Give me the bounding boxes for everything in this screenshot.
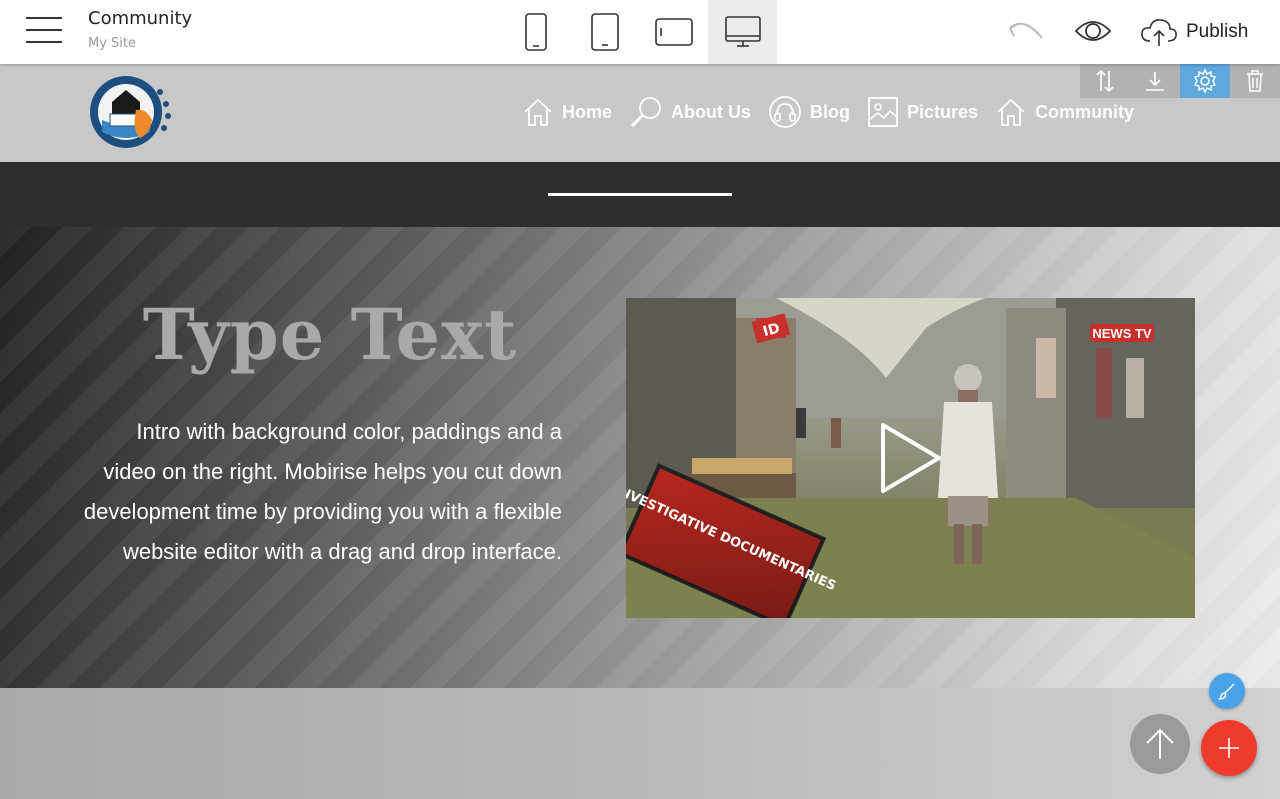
nav-item-home[interactable]: Home [522,97,612,127]
site-name: My Site [88,36,137,51]
next-section [0,688,1280,799]
plus-icon [1219,738,1239,758]
dark-divider-section [0,162,1280,227]
nav-item-about-us[interactable]: About Us [629,95,751,129]
nav-item-label: Blog [810,101,851,122]
device-mobile-button[interactable] [501,0,570,64]
intro-headline[interactable]: Type Text [100,293,560,376]
arrow-up-icon [1146,728,1174,759]
page-title[interactable]: Community [88,8,192,29]
video-player[interactable]: ID NEWS TV INVESTIGATIVE DOCUMENTARIES [626,298,1195,618]
play-icon[interactable] [879,421,943,495]
cloud-upload-icon [1141,19,1177,46]
brush-icon [1218,683,1235,700]
save-block-button[interactable] [1130,64,1180,98]
intro-paragraph[interactable]: Intro with background color, paddings an… [80,412,562,572]
device-tablet-landscape-button[interactable] [639,0,708,64]
download-icon [1146,72,1164,91]
desktop-icon [724,16,761,47]
nav-item-label: Pictures [907,101,979,122]
preview-button[interactable] [1074,17,1112,49]
move-icon [1096,69,1114,93]
nav-item-label: Home [562,101,613,122]
delete-block-button[interactable] [1230,64,1280,98]
editor-toolbar: Community My Site Publish [0,0,1280,64]
tablet-icon [590,13,619,51]
undo-icon [1009,22,1043,39]
device-tablet-button[interactable] [570,0,639,64]
nav-item-community[interactable]: Community [995,97,1134,127]
tablet-landscape-icon [654,18,693,46]
block-toolbar [1080,64,1280,98]
publish-label: Publish [1186,21,1249,42]
home-icon [524,98,552,126]
divider-line [548,193,732,196]
search-icon [630,97,661,128]
image-icon [868,97,898,127]
edit-style-button[interactable] [1209,673,1245,709]
nav-item-label: About Us [671,101,752,122]
nav-item-blog[interactable]: Blog [768,95,850,129]
device-desktop-button[interactable] [708,0,777,64]
phone-icon [524,13,547,51]
publish-button[interactable]: Publish [1140,15,1248,49]
eye-icon [1074,21,1112,41]
channel-badge: NEWS TV [1092,326,1152,341]
menu-icon[interactable] [26,16,62,44]
site-logo[interactable] [86,72,176,152]
device-switcher [501,0,777,64]
headset-icon [769,96,801,128]
home-icon [997,98,1025,126]
gear-icon [1193,69,1217,93]
intro-section: Type Text Intro with background color, p… [0,227,1280,688]
undo-button[interactable] [1006,18,1046,46]
block-settings-button[interactable] [1180,64,1230,98]
move-block-button[interactable] [1080,64,1130,98]
trash-icon [1247,70,1263,92]
nav-item-label: Community [1035,101,1135,122]
scroll-top-button[interactable] [1130,714,1190,774]
site-menu: Home About Us Blog Pictures Community [522,94,1151,130]
add-block-button[interactable] [1201,720,1257,776]
nav-item-pictures[interactable]: Pictures [867,96,978,128]
